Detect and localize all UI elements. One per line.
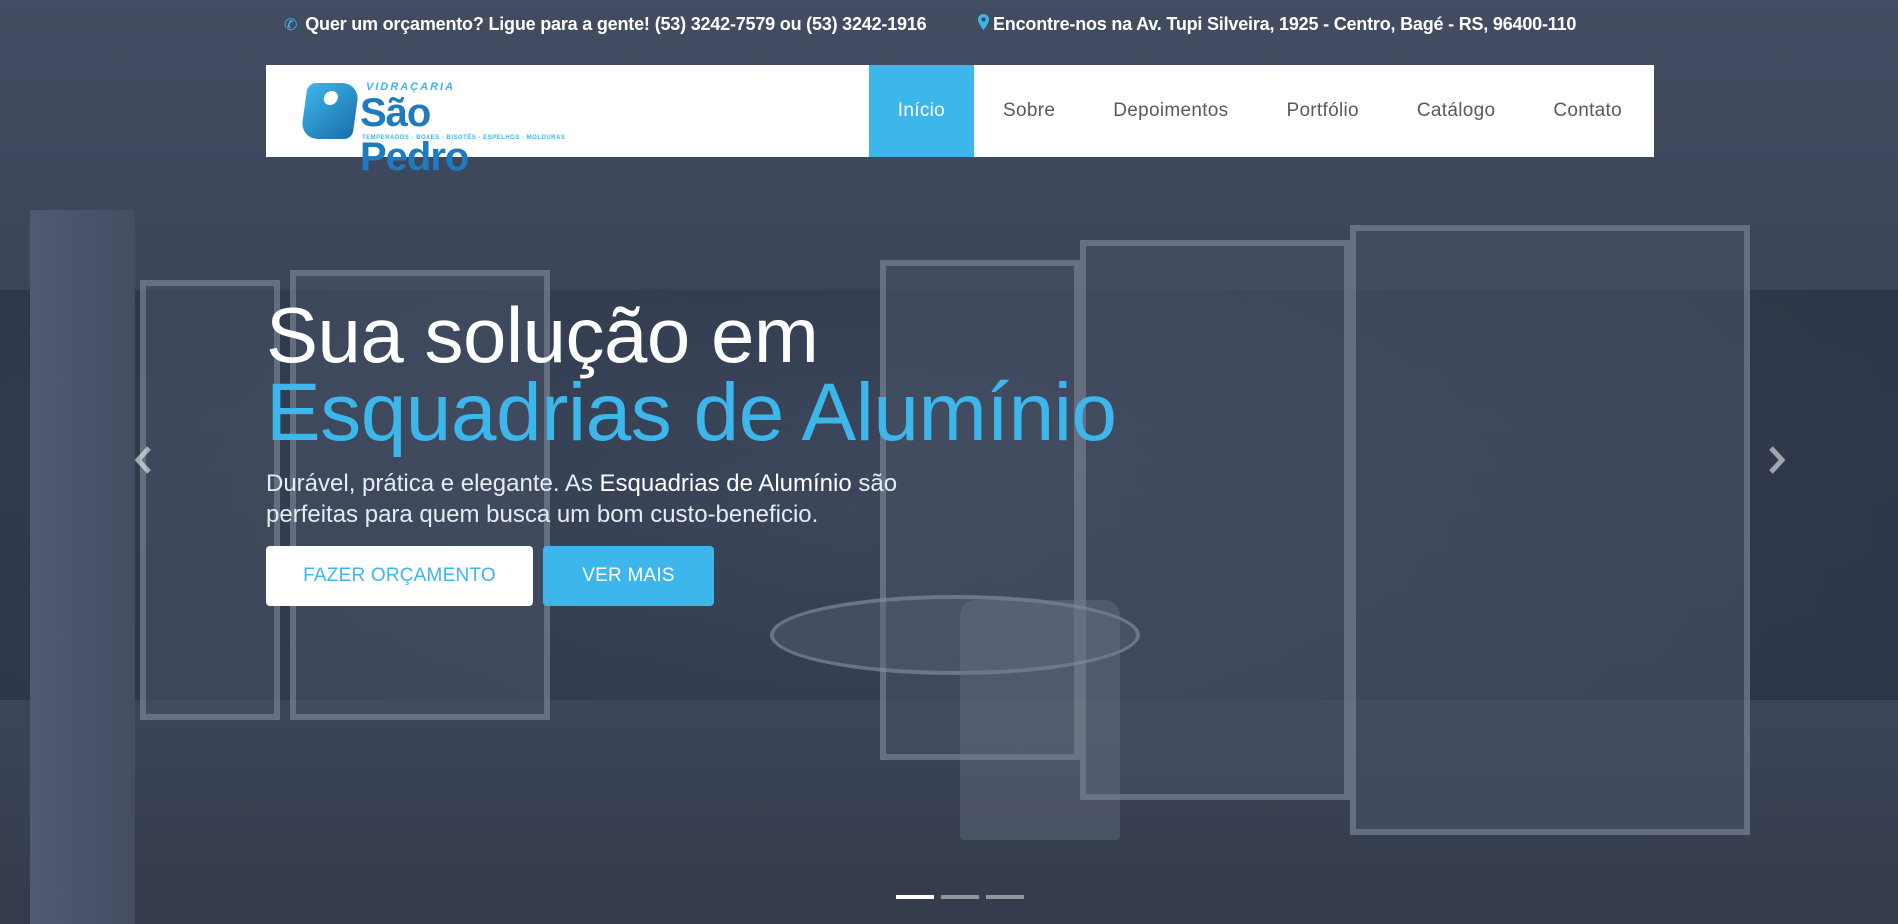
phone-lead-text: Quer um orçamento? Ligue para a gente! <box>305 14 650 34</box>
address-text: Encontre-nos na Av. Tupi Silveira, 1925 … <box>993 14 1577 34</box>
map-pin-icon <box>978 14 989 35</box>
hero-title-line1: Sua solução em <box>266 291 819 379</box>
carousel-next-button[interactable] <box>1756 440 1796 480</box>
main-navbar: VIDRAÇARIA São Pedro TEMPERADOS · BOXES … <box>266 65 1654 179</box>
nav-item-inicio[interactable]: Início <box>868 65 975 157</box>
nav-item-catalogo[interactable]: Catálogo <box>1388 65 1524 157</box>
hero-desc-highlight: Esquadrias de Alumínio <box>599 470 852 497</box>
carousel-indicator-1[interactable] <box>896 895 934 899</box>
hero-caption: Sua solução em Esquadrias de Alumínio Du… <box>266 291 1117 530</box>
nav-item-contato[interactable]: Contato <box>1524 65 1654 157</box>
phone-info: ✆ Quer um orçamento? Ligue para a gente!… <box>284 14 927 35</box>
nav-item-depoimentos[interactable]: Depoimentos <box>1084 65 1257 157</box>
phone-icon: ✆ <box>284 16 298 34</box>
hero-description: Durável, prática e elegante. As Esquadri… <box>266 468 946 530</box>
nav-item-portfolio[interactable]: Portfólio <box>1257 65 1387 157</box>
hero-title-line2: Esquadrias de Alumínio <box>266 367 1117 458</box>
chevron-right-icon <box>1769 446 1786 474</box>
nav-menu: Início Sobre Depoimentos Portfólio Catál… <box>868 65 1654 157</box>
top-info-bar: ✆ Quer um orçamento? Ligue para a gente!… <box>0 0 1898 48</box>
address-info: Encontre-nos na Av. Tupi Silveira, 1925 … <box>978 14 1576 35</box>
see-more-button[interactable]: VER MAIS <box>543 546 714 606</box>
carousel-indicator-2[interactable] <box>941 895 979 899</box>
site-logo[interactable]: VIDRAÇARIA São Pedro TEMPERADOS · BOXES … <box>300 79 565 179</box>
hero-desc-part1: Durável, prática e elegante. As <box>266 470 600 497</box>
phone-numbers[interactable]: (53) 3242-7579 ou (53) 3242-1916 <box>655 14 927 35</box>
carousel-indicators <box>896 895 1031 899</box>
nav-item-sobre[interactable]: Sobre <box>974 65 1084 157</box>
quote-button[interactable]: FAZER ORÇAMENTO <box>266 546 533 606</box>
logo-tagline: TEMPERADOS · BOXES · BISOTÊS · ESPELHOS … <box>362 135 566 141</box>
carousel-indicator-3[interactable] <box>986 895 1024 899</box>
hero-buttons: FAZER ORÇAMENTO VER MAIS <box>266 546 714 606</box>
logo-mark-icon <box>300 83 360 139</box>
carousel-prev-button[interactable] <box>124 440 164 480</box>
chevron-left-icon <box>134 446 151 474</box>
